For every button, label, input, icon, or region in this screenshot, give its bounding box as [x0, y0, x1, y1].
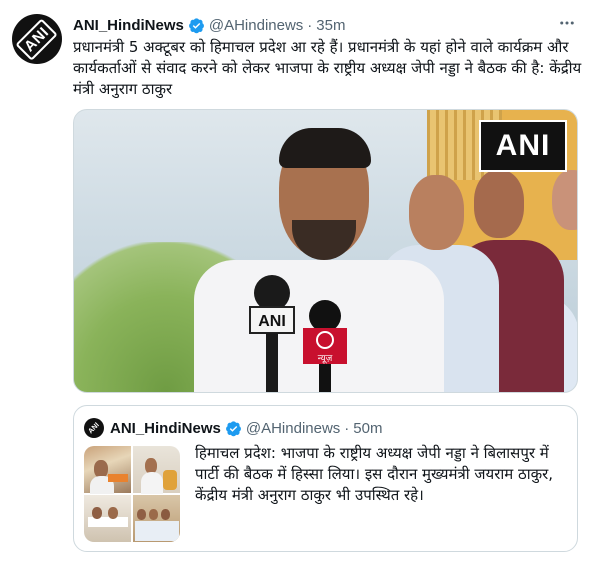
- quoted-tweet-header: ANI_HindiNews @AHindinews · 50m: [110, 418, 382, 438]
- quoted-photo-2[interactable]: [133, 446, 180, 494]
- more-options-icon[interactable]: [554, 10, 580, 36]
- verified-badge-icon: [188, 17, 204, 33]
- ani-logo: ANI: [15, 17, 59, 61]
- quoted-tweet-text: हिमाचल प्रदेश: भाजपा के राष्ट्रीय अध्यक्…: [195, 444, 554, 504]
- quoted-ani-logo: ANI: [87, 421, 101, 435]
- person-maroon-face: [474, 170, 524, 238]
- author-avatar[interactable]: ANI: [12, 14, 62, 64]
- ani-microphone: ANI: [249, 275, 295, 392]
- quoted-photo-1[interactable]: [84, 446, 131, 494]
- quoted-photo-4[interactable]: [133, 495, 180, 542]
- quoted-tweet-timestamp: 50m: [353, 419, 383, 437]
- quoted-author-name: ANI_HindiNews: [110, 419, 221, 437]
- quoted-author-handle: @AHindinews: [245, 419, 341, 437]
- mic-ani-label: ANI: [258, 313, 286, 330]
- speaker-hair: [279, 128, 371, 168]
- tweet-header: ANI_HindiNews @AHindinews · 35m: [73, 14, 345, 36]
- person-center-face: [409, 175, 464, 250]
- quoted-author-avatar: ANI: [84, 418, 104, 438]
- quoted-media-grid[interactable]: [84, 446, 180, 542]
- verified-badge-icon: [225, 420, 241, 436]
- tweet-media-image[interactable]: ANI ANI न्यूज़: [73, 109, 578, 393]
- author-name[interactable]: ANI_HindiNews: [73, 17, 184, 34]
- quoted-tweet[interactable]: ANI ANI_HindiNews @AHindinews · 50m हिमा…: [73, 405, 578, 552]
- separator-dot: ·: [344, 419, 350, 437]
- separator-dot: ·: [307, 16, 313, 34]
- news-microphone: न्यूज़: [303, 300, 347, 392]
- person-right-face: [552, 170, 577, 230]
- author-handle[interactable]: @AHindinews: [209, 17, 303, 34]
- tweet-text: प्रधानमंत्री 5 अक्टूबर को हिमाचल प्रदेश …: [73, 38, 582, 98]
- mic-news-label: न्यूज़: [318, 354, 333, 364]
- tweet[interactable]: ANI ANI_HindiNews @AHindinews · 35m प्रध…: [0, 0, 594, 563]
- ani-watermark: ANI: [479, 120, 567, 172]
- tweet-timestamp[interactable]: 35m: [316, 17, 345, 34]
- ellipsis-icon: [560, 21, 574, 25]
- quoted-photo-3[interactable]: [84, 495, 131, 542]
